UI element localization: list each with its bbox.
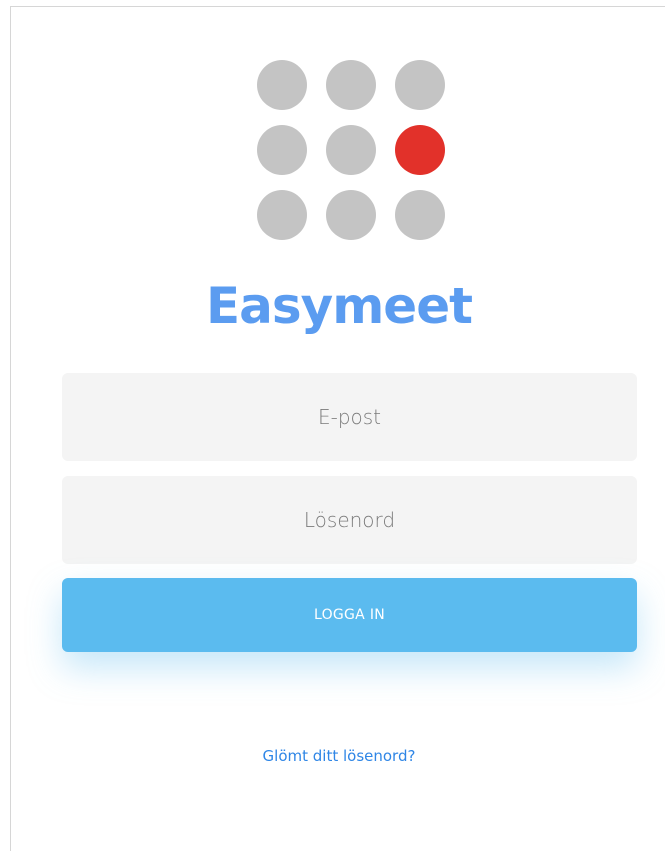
login-panel: Easymeet LOGGA IN Glömt ditt lösenord? (10, 6, 665, 851)
logo-dot (326, 125, 376, 175)
login-button[interactable]: LOGGA IN (62, 578, 637, 652)
logo-grid-icon (257, 60, 447, 250)
logo-dot (326, 60, 376, 110)
email-input[interactable] (62, 373, 637, 461)
logo-dot (326, 190, 376, 240)
forgot-password-link[interactable]: Glömt ditt lösenord? (11, 747, 665, 765)
password-input[interactable] (62, 476, 637, 564)
logo-dot (395, 60, 445, 110)
logo-dot (257, 190, 307, 240)
logo-dot (257, 125, 307, 175)
brand-title: Easymeet (205, 277, 473, 335)
logo-dot (395, 190, 445, 240)
logo-accent-dot (395, 125, 445, 175)
logo-dot (257, 60, 307, 110)
